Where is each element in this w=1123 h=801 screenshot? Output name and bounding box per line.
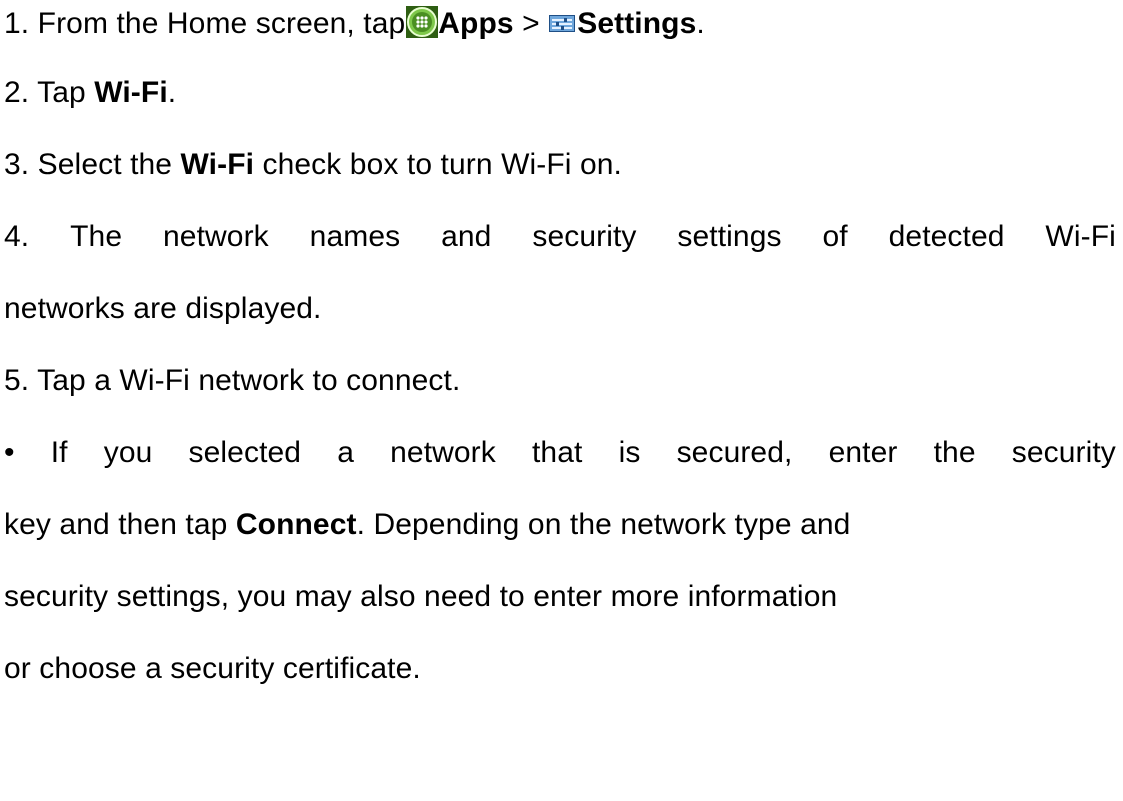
word: 4.: [4, 220, 30, 253]
settings-label: Settings: [577, 7, 697, 40]
step-3-suffix: check box to turn Wi-Fi on.: [254, 148, 622, 181]
connect-label: Connect: [235, 508, 357, 541]
step-3-wifi: Wi-Fi: [180, 148, 255, 181]
note-line-1: • If you selected a network that is secu…: [4, 438, 1116, 468]
step-4-line-1: 4. The network names and security settin…: [4, 222, 1116, 252]
word: is: [618, 436, 641, 469]
settings-icon: [549, 8, 576, 32]
word: network: [163, 220, 269, 253]
word: security: [532, 220, 637, 253]
step-1-separator: >: [513, 7, 549, 40]
step-3-prefix: 3. Select the: [4, 148, 181, 181]
step-1-suffix: .: [696, 7, 705, 40]
word: settings: [677, 220, 782, 253]
word: that: [532, 436, 583, 469]
word: If: [50, 436, 68, 469]
apps-label: Apps: [438, 7, 514, 40]
step-2-suffix: .: [167, 76, 177, 109]
note-line-3: security settings, you may also need to …: [4, 580, 838, 613]
word: and: [441, 220, 492, 253]
step-4-line-2: networks are displayed.: [4, 292, 322, 325]
word: detected: [888, 220, 1005, 253]
word: network: [390, 436, 496, 469]
note-line-2-prefix: key and then tap: [4, 508, 236, 541]
note-line-2-suffix: . Depending on the network type and: [356, 508, 851, 541]
word: enter: [828, 436, 898, 469]
step-1: 1. From the Home screen, tap Apps > Setti…: [4, 6, 1116, 39]
note-bullet: •: [4, 436, 15, 469]
step-5: 5. Tap a Wi-Fi network to connect.: [4, 364, 461, 397]
apps-launcher-icon: [406, 6, 439, 38]
word: Wi-Fi: [1045, 220, 1116, 253]
word: The: [70, 220, 123, 253]
step-2-prefix: 2. Tap: [4, 76, 95, 109]
step-2-wifi: Wi-Fi: [94, 76, 168, 109]
word: a: [337, 436, 354, 469]
note-line-2: key and then tap Connect. Depending on t…: [4, 510, 1116, 540]
word: the: [933, 436, 976, 469]
step-1-prefix: 1. From the Home screen, tap: [4, 7, 406, 40]
word: security: [1011, 436, 1116, 469]
word: selected: [188, 436, 302, 469]
step-2: 2. Tap Wi-Fi.: [4, 78, 1116, 108]
step-3: 3. Select the Wi-Fi check box to turn Wi…: [4, 150, 1116, 180]
note-line-4: or choose a security certificate.: [4, 652, 421, 685]
word: you: [103, 436, 153, 469]
word: names: [309, 220, 401, 253]
word: secured,: [676, 436, 793, 469]
word: of: [822, 220, 848, 253]
